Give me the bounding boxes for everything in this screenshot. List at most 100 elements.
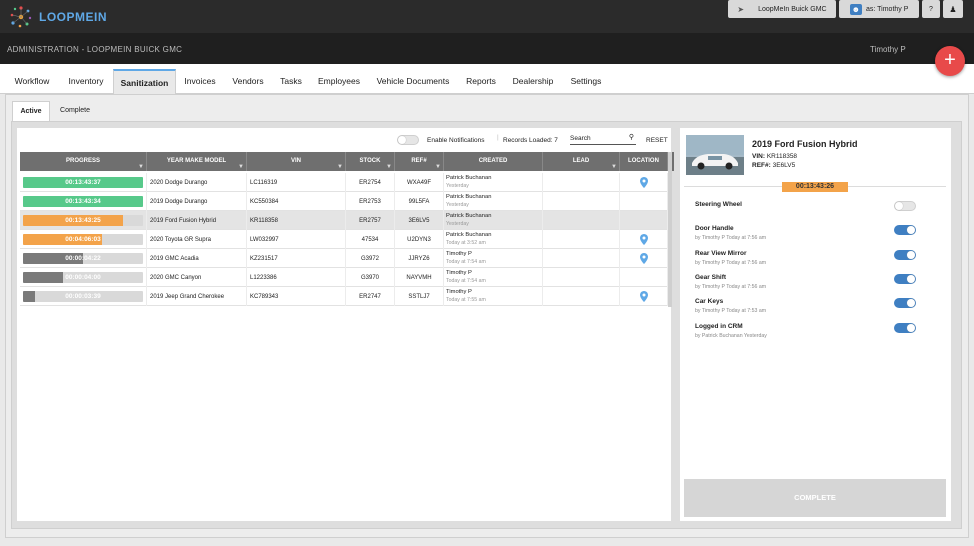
table-scrollbar[interactable]	[668, 152, 672, 307]
progress-bar: 00:04:06:03	[23, 234, 143, 245]
tab-workflow[interactable]: Workflow	[6, 69, 58, 94]
checklist-item-meta: by Timothy P Today at 7:56 am	[695, 284, 767, 290]
table-row[interactable]: 00:13:43:25 2019 Ford Fusion Hybrid KR1183…	[20, 211, 671, 230]
col-vin[interactable]: VIN ▼	[247, 152, 346, 171]
complete-button[interactable]: COMPLETE	[684, 479, 946, 517]
created-by: Patrick Buchanan	[446, 175, 492, 181]
cell-ymm: 2020 Toyota GR Supra	[147, 230, 247, 249]
cell-ref: NAYVMH	[395, 268, 444, 287]
tab-vehicle-documents[interactable]: Vehicle Documents	[371, 69, 455, 94]
checklist-item-meta: by Timothy P Today at 7:56 am	[695, 235, 767, 241]
col-progress[interactable]: PROGRESS ▼	[20, 152, 147, 171]
sort-icon: ▼	[386, 164, 392, 170]
help-button[interactable]: ?	[922, 0, 940, 18]
checklist-item-toggle[interactable]	[894, 250, 916, 260]
search-icon: ⚲	[628, 134, 634, 141]
location-pin-icon[interactable]	[640, 177, 648, 188]
impersonate-user-button[interactable]: ☻ as: Timothy P	[839, 0, 919, 18]
cell-ref: WXA49F	[395, 173, 444, 192]
cell-created: Patrick Buchanan Yesterday	[444, 173, 543, 192]
table-header: PROGRESS ▼ YEAR MAKE MODEL ▼ VIN ▼ STOCK ▼ R…	[20, 152, 674, 171]
cell-location	[620, 268, 668, 287]
cell-location	[620, 211, 668, 230]
cell-lead	[543, 173, 620, 192]
tab-tasks[interactable]: Tasks	[275, 69, 307, 94]
checklist-item-toggle[interactable]	[894, 201, 916, 211]
cell-ymm: 2019 Jeep Grand Cherokee	[147, 287, 247, 306]
table-row[interactable]: 00:00:04:00 2020 GMC Canyon L1223386 G3970 N…	[20, 268, 671, 287]
cell-ymm: 2019 Ford Fusion Hybrid	[147, 211, 247, 230]
checklist-item-meta: by Patrick Buchanan Yesterday	[695, 333, 767, 339]
cell-lead	[543, 192, 620, 211]
cell-progress: 00:00:04:00	[20, 268, 147, 287]
col-year-make-model[interactable]: YEAR MAKE MODEL ▼	[147, 152, 247, 171]
checklist-item-label: Car Keys	[695, 298, 724, 305]
notifications-toggle[interactable]	[397, 135, 419, 145]
logo-text: LOOPMEIN	[39, 10, 108, 24]
tab-sanitization[interactable]: Sanitization	[113, 69, 176, 94]
logo-icon	[10, 6, 32, 28]
created-when: Today at 7:55 am	[446, 297, 486, 303]
cell-vin: KZ231517	[247, 249, 346, 268]
logo[interactable]: LOOPMEIN	[8, 4, 107, 30]
progress-bar: 00:13:43:37	[23, 177, 143, 188]
search-input[interactable]: Search ⚲	[570, 133, 636, 145]
user-badge-icon: ☻	[849, 3, 862, 15]
subtab-complete[interactable]: Complete	[53, 101, 97, 121]
tab-reports[interactable]: Reports	[461, 69, 501, 94]
tab-vendors[interactable]: Vendors	[226, 69, 270, 94]
progress-timer: 00:00:04:00	[65, 274, 101, 281]
tab-settings[interactable]: Settings	[566, 69, 606, 94]
created-by: Timothy P	[446, 270, 472, 276]
tab-invoices[interactable]: Invoices	[178, 69, 222, 94]
user-icon: ♟	[949, 4, 957, 14]
col-created[interactable]: CREATED	[444, 152, 543, 171]
reset-button[interactable]: RESET	[646, 137, 668, 144]
vehicle-photo	[686, 135, 744, 175]
location-pin-icon[interactable]	[640, 234, 648, 245]
cell-vin: L1223386	[247, 268, 346, 287]
cell-location	[620, 230, 668, 249]
cell-vin: KR118358	[247, 211, 346, 230]
cell-ymm: 2020 Dodge Durango	[147, 173, 247, 192]
add-button[interactable]: +	[935, 46, 965, 76]
admin-title: ADMINISTRATION - LOOPMEIN BUICK GMC	[7, 45, 183, 54]
col-stock[interactable]: STOCK ▼	[346, 152, 395, 171]
tab-dealership[interactable]: Dealership	[507, 69, 559, 94]
location-pin-icon[interactable]	[640, 291, 648, 302]
created-by: Timothy P	[446, 251, 472, 257]
sort-icon: ▼	[435, 164, 441, 170]
tab-employees[interactable]: Employees	[312, 69, 366, 94]
table-row[interactable]: 00:13:43:37 2020 Dodge Durango LC116319 ER2…	[20, 173, 671, 192]
checklist-item-meta: by Timothy P Today at 7:56 am	[695, 260, 767, 266]
checklist-item-toggle[interactable]	[894, 225, 916, 235]
col-location[interactable]: LOCATION	[620, 152, 668, 171]
table-row[interactable]: 00:04:06:03 2020 Toyota GR Supra LW032997 4…	[20, 230, 671, 249]
col-ref[interactable]: REF# ▼	[395, 152, 444, 171]
subtab-active[interactable]: Active	[12, 101, 50, 121]
cell-stock: ER2747	[346, 287, 395, 306]
col-lead[interactable]: LEAD ▼	[543, 152, 620, 171]
cell-lead	[543, 287, 620, 306]
dealer-selector-button[interactable]: ➤ LoopMeIn Buick GMC	[728, 0, 836, 18]
tab-inventory[interactable]: Inventory	[60, 69, 112, 94]
cell-created: Timothy P Today at 7:55 am	[444, 287, 543, 306]
checklist-item-meta: by Timothy P Today at 7:53 am	[695, 308, 767, 314]
checklist-item-toggle[interactable]	[894, 323, 916, 333]
progress-bar: 00:13:43:25	[23, 215, 143, 226]
progress-bar: 00:00:04:22	[23, 253, 143, 264]
table-row[interactable]: 00:00:03:39 2019 Jeep Grand Cherokee KC789…	[20, 287, 671, 306]
created-when: Today at 7:54 am	[446, 259, 486, 265]
location-pin-icon[interactable]	[640, 253, 648, 264]
table-row[interactable]: 00:13:43:34 2019 Dodge Durango KC550384 ER2…	[20, 192, 671, 211]
vehicle-title: 2019 Ford Fusion Hybrid	[752, 139, 858, 149]
checklist-item-toggle[interactable]	[894, 298, 916, 308]
cell-lead	[543, 249, 620, 268]
checklist-item-toggle[interactable]	[894, 274, 916, 284]
sort-icon: ▼	[138, 164, 144, 170]
cell-location	[620, 249, 668, 268]
admin-user-name: Timothy P	[870, 45, 906, 54]
main-nav: Workflow Inventory Sanitization Invoices…	[0, 64, 974, 94]
profile-button[interactable]: ♟	[943, 0, 963, 18]
table-row[interactable]: 00:00:04:22 2019 GMC Acadia KZ231517 G3972 J…	[20, 249, 671, 268]
